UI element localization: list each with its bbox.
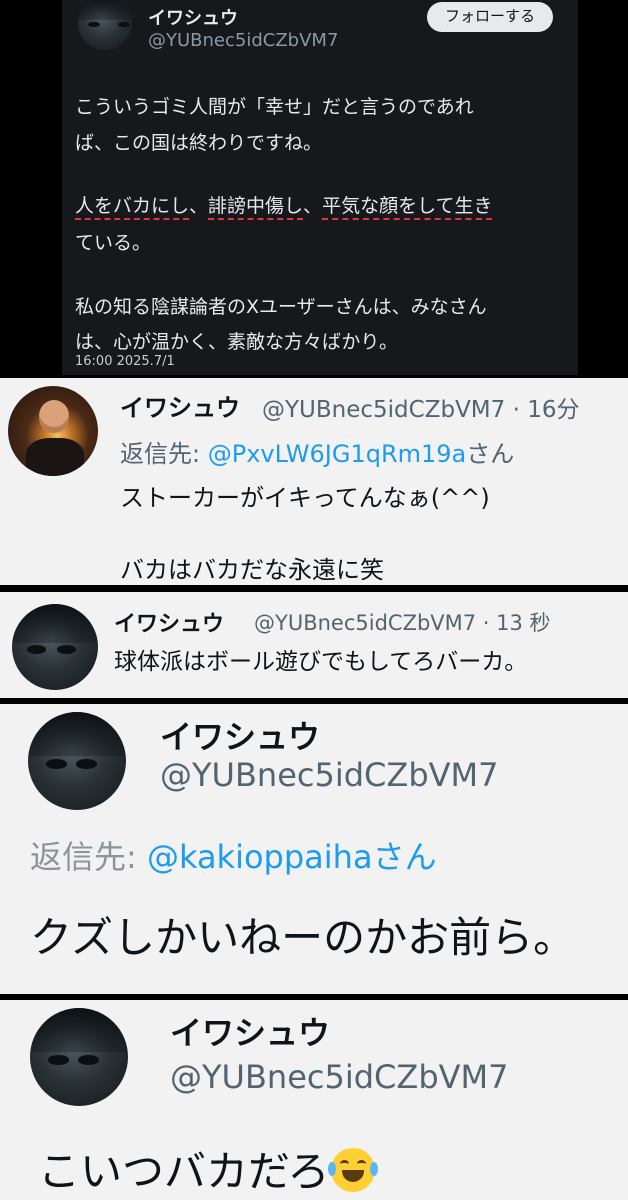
tweet-panel-5: イワシュウ @YUBnec5idCZbVM7 こいつバカだろ — [0, 1000, 628, 1200]
tweet-text: こいつバカだろ — [38, 1147, 330, 1196]
tweet-panel-3: イワシュウ @YUBnec5idCZbVM7 · 13 秒 球体派はボール遊びで… — [0, 592, 628, 698]
tweet-panel-4: イワシュウ @YUBnec5idCZbVM7 返信先: @kakioppaiha… — [0, 704, 628, 994]
reply-mention-link[interactable]: @PxvLW6JG1qRm19a — [208, 440, 467, 468]
reply-prefix: 返信先: — [30, 838, 147, 876]
avatar[interactable] — [30, 1008, 128, 1106]
face-with-tears-of-joy-icon — [328, 1148, 379, 1192]
display-name[interactable]: イワシュウ — [160, 712, 320, 758]
handle[interactable]: @YUBnec5idCZbVM7 — [160, 756, 498, 794]
reply-suffix: さん — [466, 440, 515, 468]
avatar[interactable] — [12, 604, 98, 690]
tweet-text-line: ストーカーがイキってんなぁ(^^) — [120, 484, 490, 512]
display-name[interactable]: イワシュウ — [114, 606, 224, 638]
handle-time[interactable]: @YUBnec5idCZbVM7 · 16分 — [262, 390, 580, 424]
reply-mention-link[interactable]: @kakioppaiha — [147, 838, 373, 876]
tweet-text-line: ば、この国は終わりですね。 — [75, 132, 323, 154]
display-name[interactable]: イワシュウ — [120, 388, 240, 423]
display-name[interactable]: イワシュウ — [170, 1008, 330, 1054]
reply-to-line: 返信先: @kakioppaihaさん — [30, 832, 437, 878]
tweet-panel-1: イワシュウ @YUBnec5idCZbVM7 フォローする こういうゴミ人間が「… — [0, 0, 628, 375]
follow-button[interactable]: フォローする — [427, 2, 553, 32]
timestamp[interactable]: 16:00 2025.7/1 — [75, 354, 175, 369]
tweet-text-line: 私の知る陰謀論者のXユーザーさんは、みなさん — [75, 296, 487, 318]
handle-time[interactable]: @YUBnec5idCZbVM7 · 13 秒 — [254, 607, 551, 637]
tweet-panel-2: イワシュウ @YUBnec5idCZbVM7 · 16分 返信先: @PxvLW… — [0, 378, 628, 585]
tweet-text-line: ている。 — [75, 232, 152, 254]
underlined-phrase: 誹謗中傷し — [208, 195, 304, 217]
punctuation: 、 — [303, 195, 323, 217]
reply-to-line: 返信先: @PxvLW6JG1qRm19aさん — [120, 434, 514, 469]
tweet-text-line: 人をバカにし、誹謗中傷し、平気な顔をして生き — [75, 191, 493, 218]
tweet-text-line: こいつバカだろ — [38, 1138, 379, 1199]
avatar[interactable] — [28, 712, 126, 810]
tweet-text-line: 球体派はボール遊びでもしてろバーカ。 — [114, 649, 528, 675]
reply-prefix: 返信先: — [120, 440, 208, 468]
punctuation: 、 — [189, 195, 209, 217]
handle[interactable]: @YUBnec5idCZbVM7 — [170, 1058, 508, 1096]
tweet-text-line: こういうゴミ人間が「幸せ」だと言うのであれ — [75, 96, 474, 118]
tweet-text-line: バカはバカだな永遠に笑 — [120, 556, 384, 584]
reply-suffix: さん — [372, 838, 437, 876]
tweet-text-line: クズしかいねーのかお前ら。 — [30, 913, 576, 962]
underlined-phrase: 平気な顔をして生き — [322, 195, 493, 217]
tweet-text-line: は、心が温かく、素敵な方々ばかり。 — [75, 331, 399, 353]
display-name[interactable]: イワシュウ — [148, 4, 238, 30]
handle[interactable]: @YUBnec5idCZbVM7 — [148, 30, 338, 51]
underlined-phrase: 人をバカにし — [75, 195, 190, 217]
avatar[interactable] — [8, 386, 98, 476]
